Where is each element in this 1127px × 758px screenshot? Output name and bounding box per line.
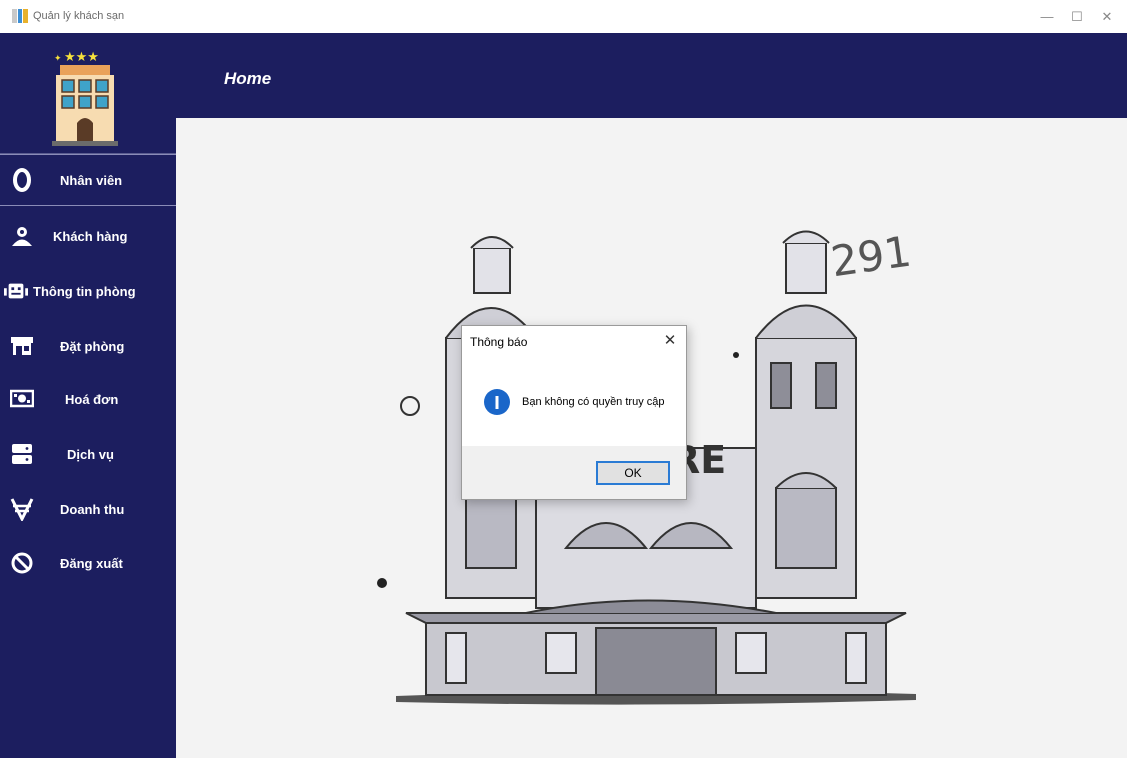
svg-text:★★★: ★★★ xyxy=(64,50,99,65)
sidebar: ✦ ★★★ Nhân viên Khách hàng Thông tin phò… xyxy=(0,33,176,758)
header-bar: Home xyxy=(176,33,1127,118)
ban-icon xyxy=(10,551,34,575)
dialog-message: Bạn không có quyền truy cập xyxy=(522,396,665,408)
sidebar-item-label: Đăng xuất xyxy=(60,555,123,571)
sidebar-item-label: Dịch vụ xyxy=(67,446,114,462)
svg-text:✦: ✦ xyxy=(54,54,62,64)
sidebar-item-label: Khách hàng xyxy=(53,228,128,244)
sidebar-item-label: Thông tin phòng xyxy=(33,283,136,299)
dialog-close-button[interactable]: ✕ xyxy=(660,330,680,350)
ring-icon xyxy=(10,168,34,192)
info-icon xyxy=(484,389,510,415)
window-title: Quản lý khách sạn xyxy=(33,10,125,22)
server-icon xyxy=(10,442,34,466)
sidebar-item-hoa-don[interactable]: Hoá đơn xyxy=(0,373,176,425)
hotel-icon: ✦ ★★★ xyxy=(52,50,118,146)
sidebar-item-dich-vu[interactable]: Dịch vụ xyxy=(0,428,176,480)
sidebar-item-label: Doanh thu xyxy=(60,501,125,517)
close-window-button[interactable]: ✕ xyxy=(1087,0,1127,33)
ok-button[interactable]: OK xyxy=(596,461,670,485)
sidebar-item-thong-tin-phong[interactable]: Thông tin phòng xyxy=(0,265,176,317)
sidebar-item-label: Đặt phòng xyxy=(60,338,125,354)
hotel-logo: ✦ ★★★ xyxy=(0,33,176,154)
sidebar-item-dat-phong[interactable]: Đặt phòng xyxy=(0,320,176,372)
sidebar-item-label: Hoá đơn xyxy=(65,391,119,407)
building-number: 291 xyxy=(828,227,914,287)
page-title: Home xyxy=(224,69,272,88)
sidebar-item-khach-hang[interactable]: Khách hàng xyxy=(0,210,176,262)
store-icon xyxy=(10,334,34,358)
money-icon xyxy=(10,387,34,411)
message-dialog: Thông báo ✕ Bạn không có quyền truy cập … xyxy=(461,325,687,500)
sidebar-item-dang-xuat[interactable]: Đăng xuất xyxy=(0,537,176,589)
currency-icon xyxy=(10,497,34,521)
app-icon xyxy=(12,9,28,23)
robot-icon xyxy=(4,279,28,303)
people-icon xyxy=(10,224,34,248)
dialog-title: Thông báo xyxy=(470,335,528,349)
title-bar: Quản lý khách sạn — ☐ ✕ xyxy=(0,0,1127,33)
sidebar-item-doanh-thu[interactable]: Doanh thu xyxy=(0,483,176,535)
sidebar-item-nhan-vien[interactable]: Nhân viên xyxy=(0,154,176,206)
sidebar-item-label: Nhân viên xyxy=(60,172,123,188)
dialog-footer: OK xyxy=(462,446,686,499)
